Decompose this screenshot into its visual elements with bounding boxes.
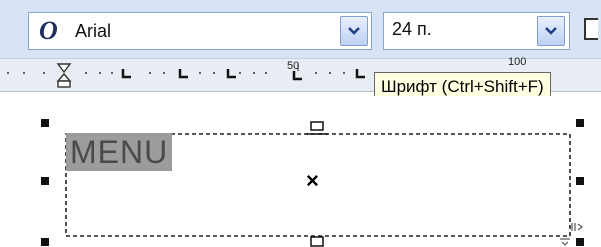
text-toolbar: O Arial 24 п. bbox=[0, 0, 601, 58]
ruler-label-100: 100 bbox=[508, 56, 527, 68]
bottom-handle[interactable] bbox=[310, 236, 324, 247]
text-format-icon[interactable] bbox=[584, 18, 598, 40]
text-frame-selection bbox=[41, 119, 584, 247]
font-size-combobox[interactable]: 24 п. bbox=[383, 12, 570, 50]
opentype-font-icon: O bbox=[39, 16, 58, 45]
top-handle[interactable] bbox=[310, 121, 324, 131]
font-size-value[interactable]: 24 п. bbox=[392, 19, 432, 40]
chevron-down-icon bbox=[348, 27, 360, 35]
font-family-value[interactable]: Arial bbox=[75, 21, 111, 42]
selected-text[interactable]: MENU bbox=[66, 133, 173, 171]
font-family-dropdown-button[interactable] bbox=[340, 16, 368, 46]
font-family-combobox[interactable]: O Arial bbox=[28, 12, 372, 50]
tab-stops[interactable] bbox=[121, 69, 365, 81]
font-size-dropdown-button[interactable] bbox=[537, 16, 565, 46]
center-marker: × bbox=[306, 168, 319, 193]
chevron-down-icon bbox=[545, 27, 557, 35]
indent-marker[interactable] bbox=[56, 63, 72, 88]
ruler-label-50: 50 bbox=[287, 60, 300, 72]
drawing-canvas[interactable]: MENU × bbox=[0, 96, 601, 247]
